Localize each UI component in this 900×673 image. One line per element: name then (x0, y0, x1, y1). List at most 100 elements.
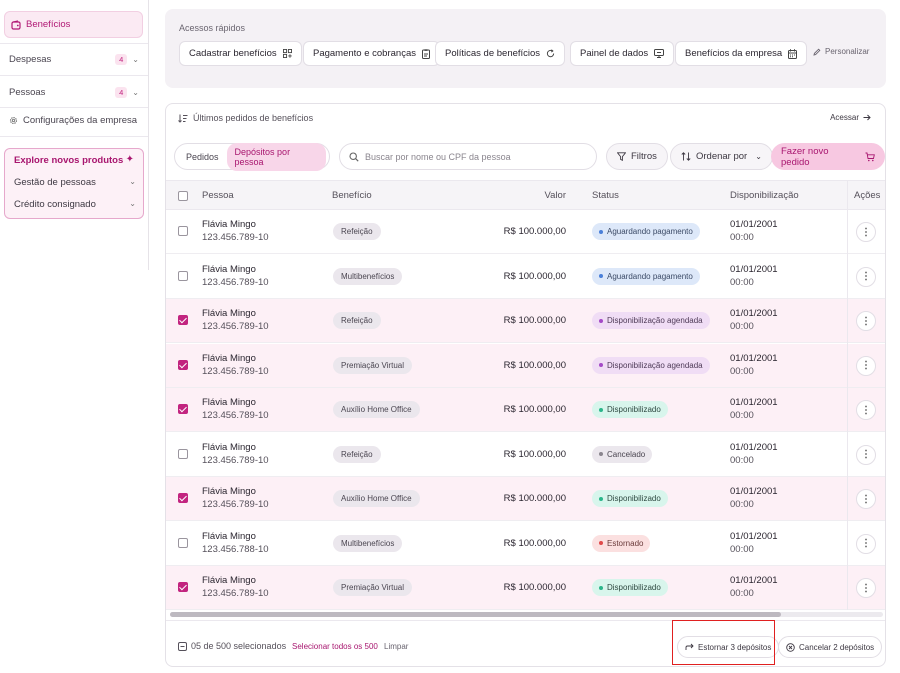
quick-access-title: Acessos rápidos (179, 23, 246, 33)
more-actions-icon[interactable]: ⋮ (856, 311, 876, 331)
select-all-link[interactable]: Selecionar todos os 500 (292, 642, 378, 651)
benefit-chip: Refeição (333, 312, 381, 329)
status-badge: Disponibilização agendada (592, 312, 710, 329)
value-cell: R$ 100.000,00 (503, 226, 566, 237)
table-row[interactable]: Flávia Mingo 123.456.789-10 Premiação Virt… (166, 343, 885, 388)
row-checkbox[interactable] (178, 582, 188, 592)
person-name: Flávia Mingo (202, 352, 256, 364)
value-cell: R$ 100.000,00 (503, 582, 566, 593)
column-header-valor[interactable]: Valor (486, 190, 566, 201)
acessar-label: Acessar (830, 113, 859, 122)
select-all-checkbox[interactable] (178, 191, 188, 201)
table-row[interactable]: Flávia Mingo 123.456.789-10 Auxílio Home O… (166, 477, 885, 521)
scrollbar-thumb[interactable] (170, 612, 781, 617)
more-actions-icon[interactable]: ⋮ (856, 266, 876, 287)
sort-button[interactable]: Ordenar por ⌄ (670, 143, 773, 170)
availability-time: 00:00 (730, 454, 754, 466)
row-checkbox[interactable] (178, 404, 188, 414)
selection-footer: 05 de 500 selecionados Selecionar todos … (166, 620, 885, 666)
row-checkbox[interactable] (178, 315, 188, 325)
more-actions-icon[interactable]: ⋮ (856, 400, 876, 420)
column-header-pessoa[interactable]: Pessoa (202, 190, 234, 201)
person-cpf: 123.456.788-10 (202, 543, 269, 555)
new-order-button[interactable]: Fazer novo pedido (771, 143, 885, 170)
horizontal-scrollbar[interactable] (170, 612, 883, 617)
calendar-icon (788, 48, 798, 59)
cancel-deposits-button[interactable]: Cancelar 2 depósitos (778, 636, 883, 658)
status-badge: Disponibilizado (592, 490, 668, 507)
selected-count: 05 de 500 selecionados (178, 641, 286, 651)
sidebar-item-label: Pessoas (9, 87, 46, 98)
explore-products-card: Explore novos produtos ✦ Gestão de pesso… (4, 148, 144, 219)
tab-pedidos[interactable]: Pedidos (178, 148, 227, 166)
availability-date: 01/01/2001 (730, 308, 778, 319)
table-row[interactable]: Flávia Mingo 123.456.789-10 Premiação Virt… (166, 566, 885, 610)
column-header-status[interactable]: Status (592, 190, 619, 201)
filters-button[interactable]: Filtros (606, 143, 668, 170)
search-input[interactable]: Buscar por nome ou CPF da pessoa (339, 143, 597, 170)
person-cpf: 123.456.789-10 (202, 232, 269, 243)
minus-square-icon (178, 641, 187, 651)
value-cell: R$ 100.000,00 (503, 315, 566, 326)
table-row[interactable]: Flávia Mingo 123.456.789-10 Auxílio Home O… (166, 388, 885, 432)
value-cell: R$ 100.000,00 (503, 404, 566, 415)
table-row[interactable]: Flávia Mingo 123.456.789-10 Multibenefício… (166, 255, 885, 299)
table-row[interactable]: Flávia Mingo 123.456.788-10 Multibenefício… (166, 522, 885, 566)
chevron-down-icon: ⌄ (755, 152, 762, 161)
person-name: Flávia Mingo (202, 263, 256, 275)
table-header: Pessoa Benefício Valor Status Disponibil… (166, 180, 885, 210)
explore-item-credito-consignado[interactable]: Crédito consignado ⌄ (14, 199, 136, 210)
person-name: Flávia Mingo (202, 441, 256, 453)
row-checkbox[interactable] (178, 537, 188, 548)
row-checkbox[interactable] (178, 270, 188, 281)
sidebar-item-beneficios[interactable]: Benefícios (4, 11, 143, 38)
divider (0, 43, 148, 44)
painel-dados-button[interactable]: Painel de dados (570, 41, 675, 66)
status-label: Disponibilizado (607, 405, 661, 414)
clear-selection-link[interactable]: Limpar (384, 642, 408, 651)
row-checkbox[interactable] (178, 359, 188, 370)
sidebar-item-pessoas[interactable]: Pessoas 4 ⌄ (9, 87, 139, 98)
person-cpf: 123.456.789-10 (202, 454, 269, 466)
highlight-box (672, 620, 775, 665)
column-header-beneficio[interactable]: Benefício (332, 190, 372, 201)
more-actions-icon[interactable]: ⋮ (856, 222, 876, 242)
more-actions-icon[interactable]: ⋮ (856, 444, 876, 465)
row-checkbox[interactable] (178, 226, 188, 236)
table-row[interactable]: Flávia Mingo 123.456.789-10 Refeição R$ 100… (166, 210, 885, 254)
pagamento-cobrancas-button[interactable]: Pagamento e cobranças (303, 41, 440, 66)
more-actions-icon[interactable]: ⋮ (856, 533, 876, 554)
status-dot (599, 274, 603, 278)
availability-date: 01/01/2001 (730, 441, 778, 453)
sidebar: Benefícios Despesas 4 ⌄ Pessoas 4 ⌄ Conf… (0, 0, 150, 673)
more-actions-icon[interactable]: ⋮ (856, 489, 876, 509)
row-checkbox[interactable] (178, 448, 188, 459)
explore-item-gestao-pessoas[interactable]: Gestão de pessoas ⌄ (14, 177, 136, 188)
sidebar-item-despesas[interactable]: Despesas 4 ⌄ (9, 54, 139, 65)
more-actions-icon[interactable]: ⋮ (856, 578, 876, 598)
pencil-icon (813, 48, 821, 56)
value-cell: R$ 100.000,00 (503, 537, 566, 549)
value-cell: R$ 100.000,00 (503, 493, 566, 504)
row-checkbox[interactable] (178, 493, 188, 503)
personalize-link[interactable]: Personalizar (813, 47, 869, 56)
tab-depositos-por-pessoa[interactable]: Depósitos por pessoa (226, 142, 326, 171)
status-label: Cancelado (607, 449, 646, 459)
chevron-down-icon: ⌄ (129, 177, 136, 186)
cart-icon (865, 152, 875, 162)
politicas-beneficios-button[interactable]: Políticas de benefícios (435, 41, 566, 66)
chevron-down-icon: ⌄ (132, 55, 139, 64)
divider (0, 75, 148, 76)
acessar-link[interactable]: Acessar (830, 113, 871, 122)
status-label: Disponibilizado (607, 494, 661, 503)
cadastrar-beneficios-button[interactable]: Cadastrar benefícios (179, 41, 302, 66)
person-name: Flávia Mingo (202, 575, 256, 586)
count-badge: 4 (115, 87, 128, 98)
sidebar-item-configuracoes[interactable]: Configurações da empresa (9, 115, 139, 126)
column-header-disponibilizacao[interactable]: Disponibilização (730, 190, 799, 201)
more-actions-icon[interactable]: ⋮ (856, 355, 876, 376)
beneficios-empresa-button[interactable]: Benefícios da empresa (675, 41, 808, 66)
table-row[interactable]: Flávia Mingo 123.456.789-10 Refeição R$ 100… (166, 433, 885, 477)
table-row[interactable]: Flávia Mingo 123.456.789-10 Refeição R$ 100… (166, 299, 885, 343)
status-label: Disponibilização agendada (607, 360, 703, 370)
